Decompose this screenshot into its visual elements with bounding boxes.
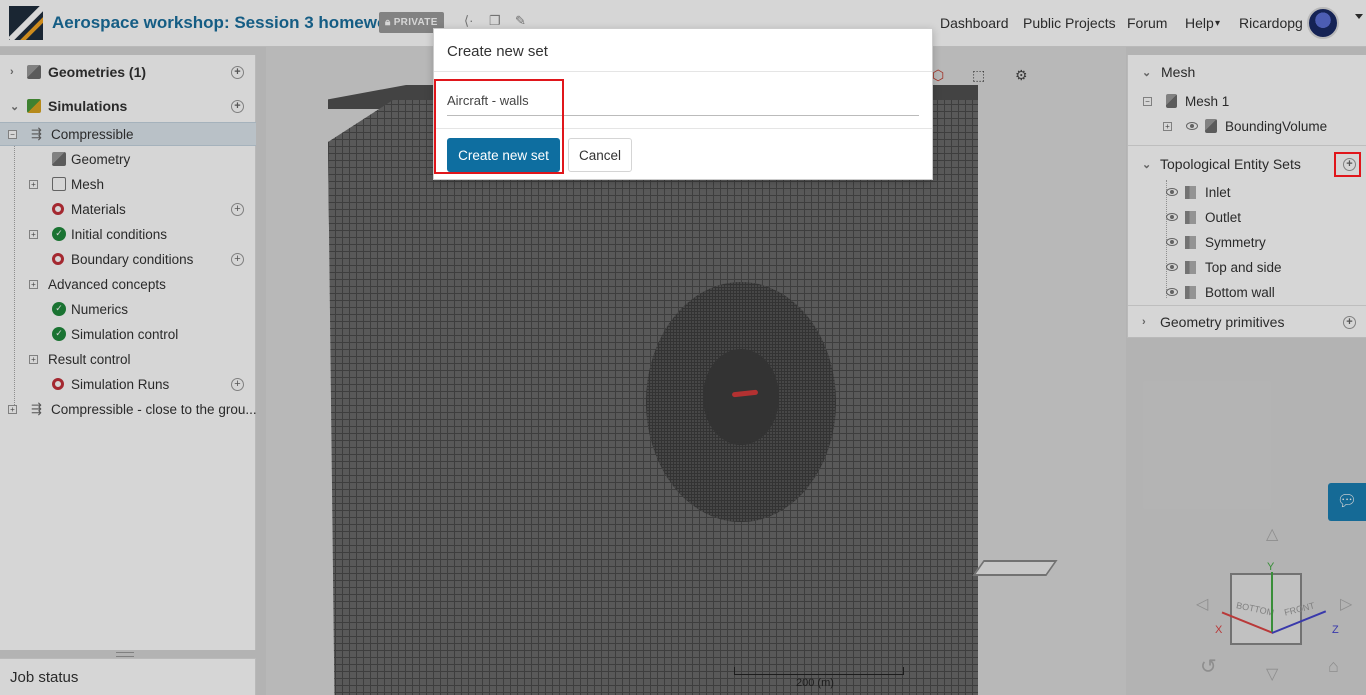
dialog-title: Create new set bbox=[447, 43, 548, 60]
cancel-button[interactable]: Cancel bbox=[568, 138, 632, 172]
divider bbox=[434, 71, 932, 72]
highlight-add-set-plus bbox=[1334, 152, 1361, 177]
highlight-dialog-input bbox=[434, 79, 564, 174]
